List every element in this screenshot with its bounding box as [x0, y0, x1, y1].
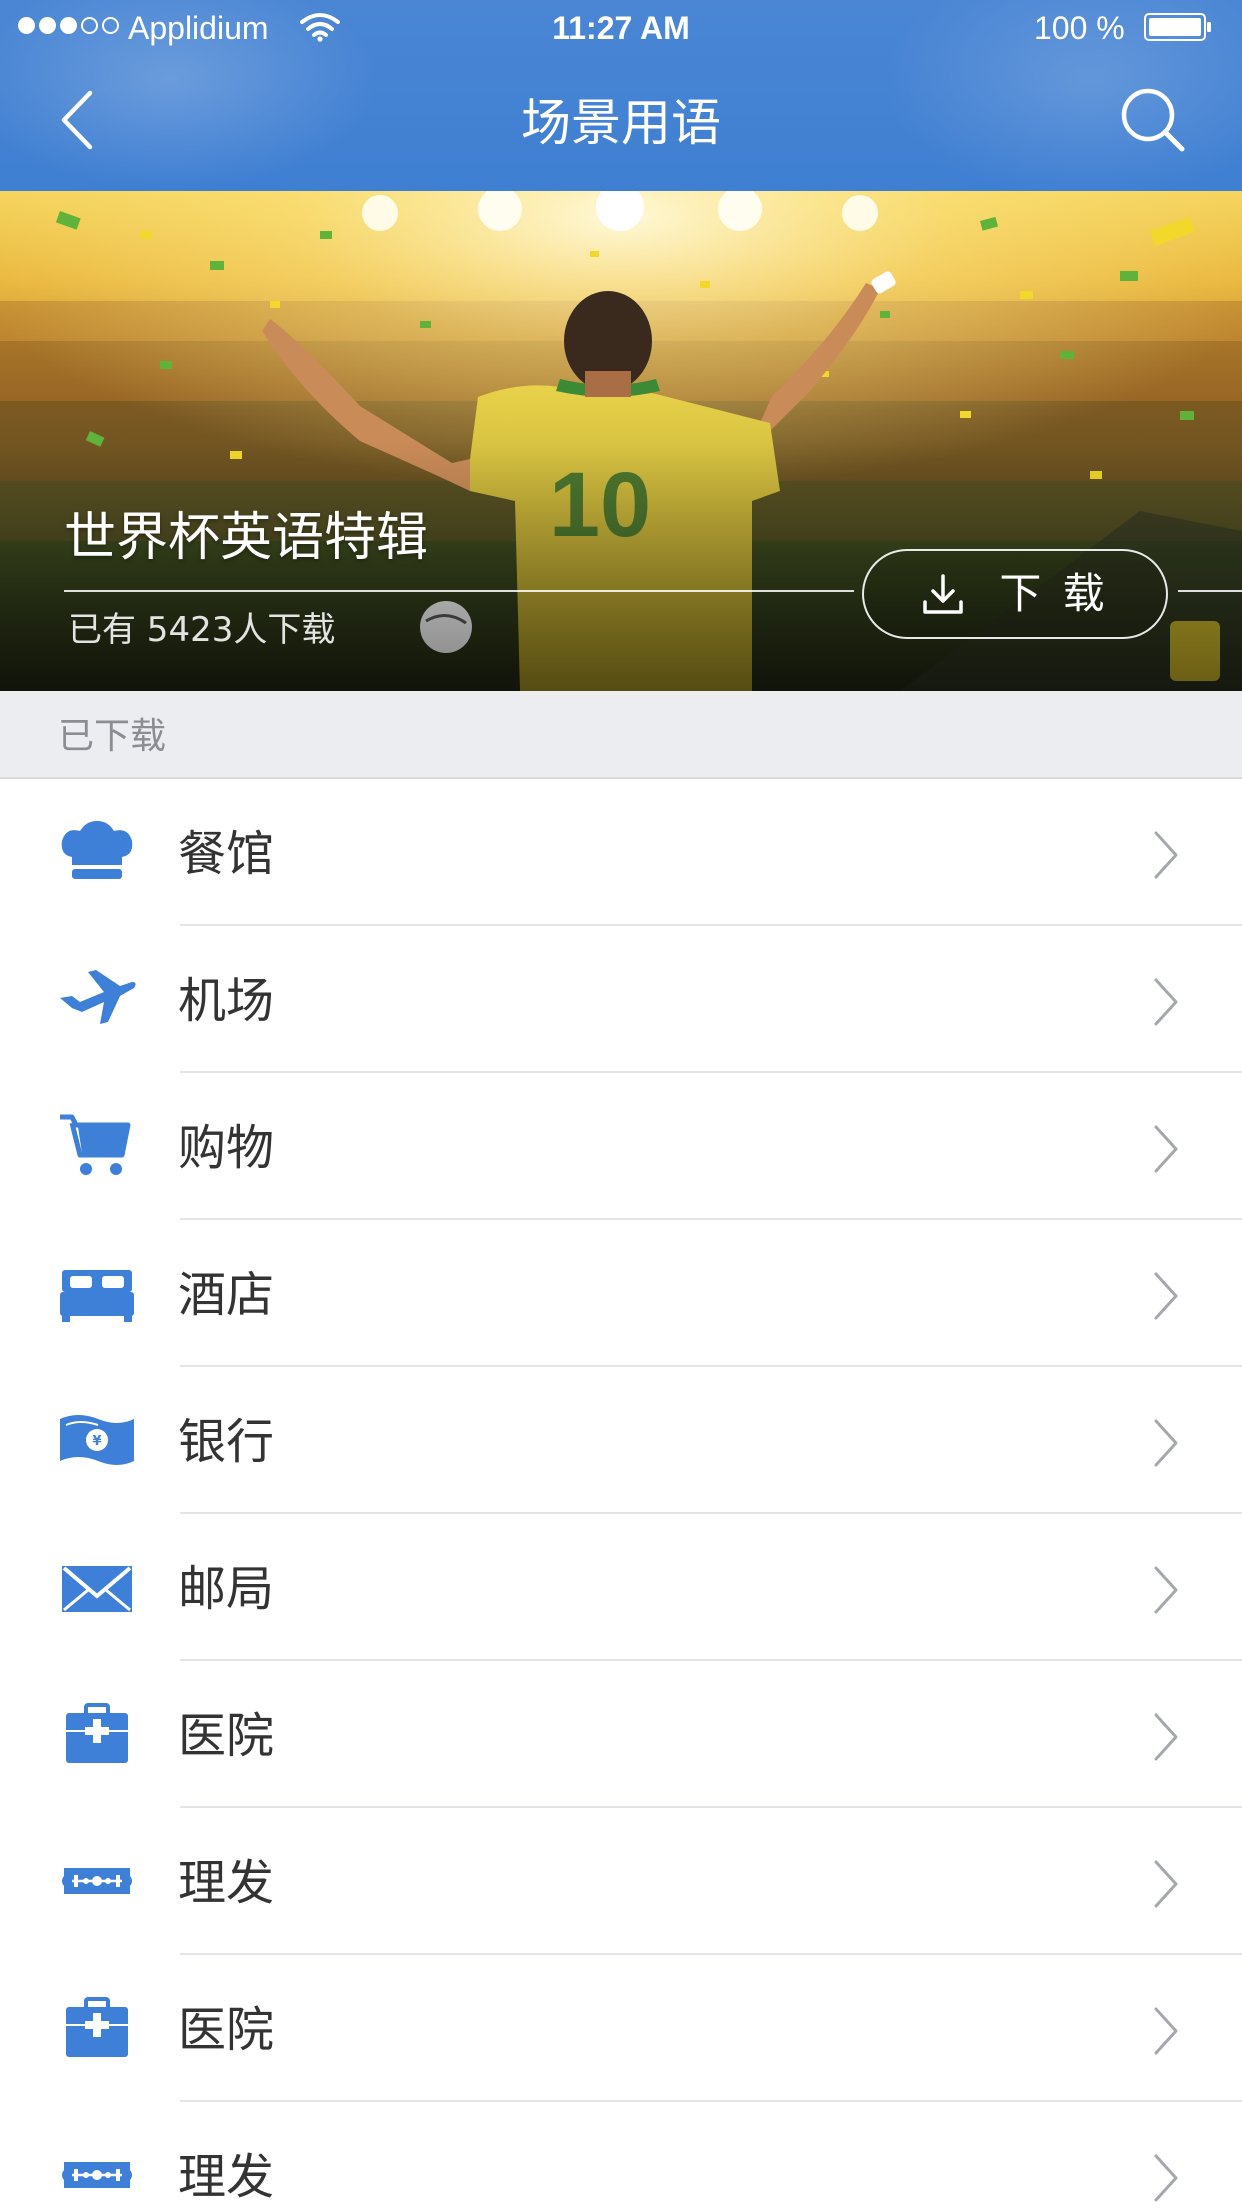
list-item-barber[interactable]: 理发 — [0, 2102, 1242, 2208]
list-item-label: 酒店 — [178, 1267, 275, 1323]
medical-kit-icon — [66, 1703, 128, 1763]
list-item-label: 邮局 — [178, 1561, 275, 1617]
razor-blade-icon — [62, 2162, 132, 2188]
status-bar: Applidium 11:27 AM 100 % — [0, 0, 1242, 55]
list-item-barber[interactable]: 理发 — [0, 1808, 1242, 1955]
envelope-icon — [62, 1566, 132, 1612]
featured-banner[interactable]: 10 世界杯英语特辑 已有 5423人下载 下 载 — [0, 191, 1242, 691]
battery-percent: 100 % — [1034, 10, 1125, 46]
bed-icon — [60, 1270, 134, 1322]
header: Applidium 11:27 AM 100 % 场景用语 — [0, 0, 1242, 191]
chevron-right-icon — [1154, 2007, 1178, 2055]
list-item-shopping[interactable]: 购物 — [0, 1073, 1242, 1220]
chevron-right-icon — [1154, 1860, 1178, 1908]
chevron-right-icon — [1154, 2154, 1178, 2202]
list-item-label: 医院 — [178, 1708, 275, 1764]
banknote-icon: ¥ — [60, 1415, 134, 1465]
list-item-post-office[interactable]: 邮局 — [0, 1514, 1242, 1661]
chef-hat-icon — [61, 821, 133, 879]
download-icon — [923, 574, 964, 614]
chevron-right-icon — [1154, 1713, 1178, 1761]
list-item-hospital[interactable]: 医院 — [0, 1955, 1242, 2102]
list-item-bank[interactable]: ¥ 银行 — [0, 1367, 1242, 1514]
list-item-label: 银行 — [178, 1414, 275, 1470]
chevron-right-icon — [1154, 1125, 1178, 1173]
list-item-label: 机场 — [178, 973, 275, 1029]
banner-divider — [64, 590, 854, 592]
chevron-right-icon — [1154, 1419, 1178, 1467]
list-item-hotel[interactable]: 酒店 — [0, 1220, 1242, 1367]
list-item-hospital[interactable]: 医院 — [0, 1661, 1242, 1808]
download-button[interactable]: 下 载 — [862, 549, 1168, 639]
airplane-icon — [60, 970, 136, 1024]
app-screen: Applidium 11:27 AM 100 % 场景用语 世界杯英语特辑 已有… — [0, 0, 1242, 2208]
banner-divider-right — [1178, 590, 1242, 592]
download-button-label: 下 载 — [999, 569, 1109, 618]
scenario-list: 餐馆 机场 购物 酒店 ¥ 银行 邮局 医院 理发 医院 理发 — [0, 779, 1242, 2208]
battery-icon — [1144, 13, 1211, 41]
razor-blade-icon — [62, 1868, 132, 1894]
list-item-label: 餐馆 — [178, 826, 275, 882]
list-item-airport[interactable]: 机场 — [0, 926, 1242, 1073]
chevron-right-icon — [1154, 1272, 1178, 1320]
section-header: 已下载 — [0, 691, 1242, 779]
shopping-cart-icon — [60, 1114, 131, 1175]
chevron-right-icon — [1154, 831, 1178, 879]
chevron-right-icon — [1154, 1566, 1178, 1614]
list-item-label: 理发 — [178, 2149, 275, 2205]
chevron-right-icon — [1154, 978, 1178, 1026]
section-title: 已下载 — [58, 716, 167, 757]
list-item-label: 购物 — [178, 1120, 275, 1176]
navigation-bar: 场景用语 — [0, 55, 1242, 191]
download-count: 已有 5423人下载 — [68, 610, 336, 650]
list-item-label: 医院 — [178, 2002, 275, 2058]
medical-kit-icon — [66, 1997, 128, 2057]
page-title: 场景用语 — [521, 94, 721, 152]
search-icon[interactable] — [1118, 85, 1188, 155]
list-item-restaurant[interactable]: 餐馆 — [0, 779, 1242, 926]
svg-text:¥: ¥ — [92, 1434, 101, 1449]
banner-title: 世界杯英语特辑 — [64, 508, 429, 568]
list-item-label: 理发 — [178, 1855, 275, 1911]
